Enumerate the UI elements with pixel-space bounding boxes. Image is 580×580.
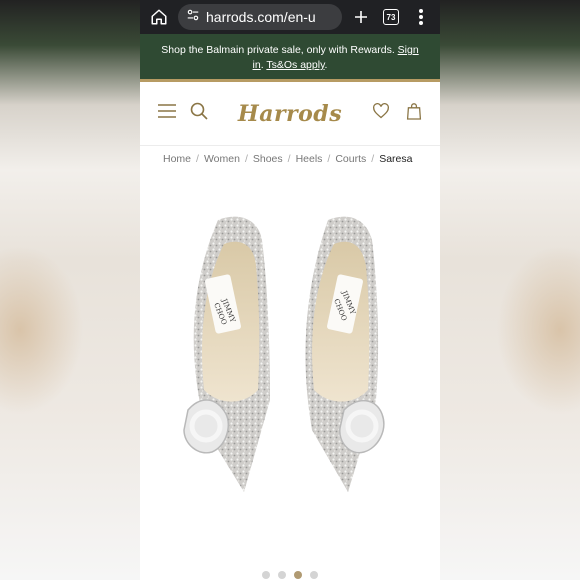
promo-text: Shop the Balmain private sale, only with… (161, 44, 398, 56)
breadcrumb: Home / Women / Shoes / Heels / Courts / Sares… (163, 153, 413, 165)
search-icon[interactable] (190, 102, 208, 125)
url-text: harrods.com/en-u (206, 9, 316, 25)
gallery-dot-3-active[interactable] (294, 571, 302, 579)
terms-link[interactable]: Ts&Os apply (266, 59, 324, 71)
gallery-pagination (140, 571, 440, 579)
browser-toolbar: harrods.com/en-u 73 (140, 0, 440, 34)
phone-screen: harrods.com/en-u 73 Shop the Balmain pri… (140, 0, 440, 580)
right-shoe: JIMMY CHOO (305, 216, 385, 492)
more-menu-icon[interactable] (410, 6, 432, 28)
breadcrumb-shoes[interactable]: Shoes (253, 153, 283, 165)
promo-banner: Shop the Balmain private sale, only with… (140, 34, 440, 82)
promo-period: . (324, 59, 328, 71)
menu-icon[interactable] (158, 104, 176, 123)
harrods-logo[interactable]: Harrods (238, 101, 342, 127)
breadcrumb-current: Saresa (379, 153, 413, 165)
wishlist-heart-icon[interactable] (372, 103, 390, 124)
tab-switcher-button[interactable]: 73 (380, 6, 402, 28)
blurred-background-left (0, 0, 140, 580)
product-image[interactable]: JIMMY CHOO JIMMY CHOO (140, 200, 440, 510)
gallery-dot-1[interactable] (262, 571, 270, 579)
glitter-pumps-image: JIMMY CHOO JIMMY CHOO (183, 216, 385, 492)
site-settings-icon[interactable] (186, 8, 200, 27)
home-icon[interactable] (148, 6, 170, 28)
blurred-background-right (440, 0, 580, 580)
site-header: Harrods (140, 82, 440, 146)
tab-count: 73 (383, 9, 399, 25)
gallery-dot-2[interactable] (278, 571, 286, 579)
left-shoe: JIMMY CHOO (183, 216, 270, 492)
shopping-bag-icon[interactable] (406, 102, 422, 125)
gallery-dot-4[interactable] (310, 571, 318, 579)
breadcrumb-women[interactable]: Women (204, 153, 240, 165)
breadcrumb-heels[interactable]: Heels (296, 153, 323, 165)
address-bar[interactable]: harrods.com/en-u (178, 4, 342, 30)
breadcrumb-courts[interactable]: Courts (335, 153, 366, 165)
breadcrumb-home[interactable]: Home (163, 153, 191, 165)
new-tab-icon[interactable] (350, 6, 372, 28)
